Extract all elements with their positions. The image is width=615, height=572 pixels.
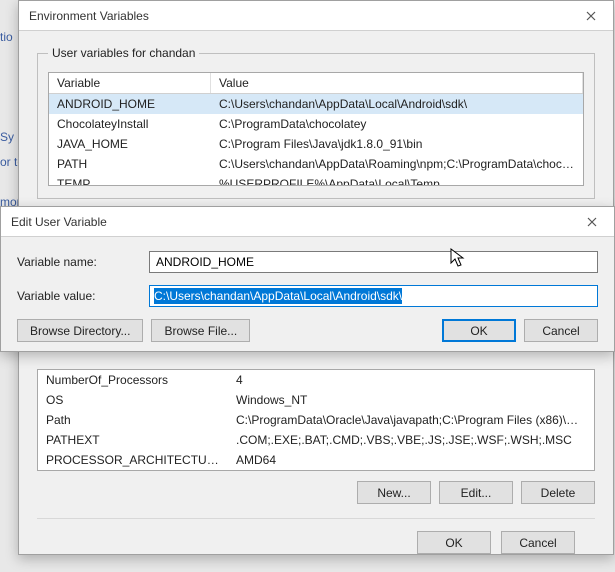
table-row[interactable]: PROCESSOR_ARCHITECTUREAMD64 bbox=[38, 450, 594, 470]
cell-value: .COM;.EXE;.BAT;.CMD;.VBS;.VBE;.JS;.JSE;.… bbox=[228, 432, 594, 448]
bg-fragment: Sy bbox=[0, 130, 14, 144]
cell-value: C:\ProgramData\chocolatey bbox=[211, 116, 583, 132]
cancel-button[interactable]: Cancel bbox=[501, 531, 575, 554]
new-button[interactable]: New... bbox=[357, 481, 431, 504]
table-row[interactable]: ANDROID_HOMEC:\Users\chandan\AppData\Loc… bbox=[49, 94, 583, 114]
close-icon bbox=[586, 11, 596, 21]
cell-value: Windows_NT bbox=[228, 392, 594, 408]
cell-variable: PATHEXT bbox=[38, 432, 228, 448]
cell-variable: Path bbox=[38, 412, 228, 428]
table-row[interactable]: ChocolateyInstallC:\ProgramData\chocolat… bbox=[49, 114, 583, 134]
edit-titlebar: Edit User Variable bbox=[1, 207, 614, 237]
window-title: Environment Variables bbox=[29, 9, 149, 23]
cell-variable: JAVA_HOME bbox=[49, 136, 211, 152]
user-variables-list[interactable]: Variable Value ANDROID_HOMEC:\Users\chan… bbox=[48, 72, 584, 186]
titlebar: Environment Variables bbox=[19, 1, 613, 31]
edit-window-title: Edit User Variable bbox=[11, 215, 107, 229]
table-row[interactable]: PATHEXT.COM;.EXE;.BAT;.CMD;.VBS;.VBE;.JS… bbox=[38, 430, 594, 450]
close-icon bbox=[587, 217, 597, 227]
list-header: Variable Value bbox=[49, 73, 583, 94]
edit-user-variable-dialog: Edit User Variable Variable name: Variab… bbox=[0, 206, 615, 352]
table-row[interactable]: TEMP%USERPROFILE%\AppData\Local\Temp bbox=[49, 174, 583, 186]
cell-value: %USERPROFILE%\AppData\Local\Temp bbox=[211, 176, 583, 186]
edit-button[interactable]: Edit... bbox=[439, 481, 513, 504]
cell-variable: PROCESSOR_ARCHITECTURE bbox=[38, 452, 228, 468]
close-button[interactable] bbox=[571, 2, 611, 30]
edit-cancel-button[interactable]: Cancel bbox=[524, 319, 598, 342]
system-buttons-row: New... Edit... Delete bbox=[37, 481, 595, 504]
table-row[interactable]: OSWindows_NT bbox=[38, 390, 594, 410]
ok-button[interactable]: OK bbox=[417, 531, 491, 554]
dialog-buttons: OK Cancel bbox=[37, 519, 595, 554]
table-row[interactable]: PATHC:\Users\chandan\AppData\Roaming\npm… bbox=[49, 154, 583, 174]
variable-name-label: Variable name: bbox=[17, 255, 149, 269]
variable-value-input[interactable]: C:\Users\chandan\AppData\Local\Android\s… bbox=[149, 285, 598, 307]
cell-variable: ANDROID_HOME bbox=[49, 96, 211, 112]
cell-value: C:\Users\chandan\AppData\Roaming\npm;C:\… bbox=[211, 156, 583, 172]
system-variables-area: NumberOf_Processors4OSWindows_NTPathC:\P… bbox=[37, 369, 595, 504]
table-row[interactable]: PROCESSOR_IDENTIFIERIntel64 Family 6 Mod… bbox=[38, 470, 594, 471]
cell-variable: PATH bbox=[49, 156, 211, 172]
col-variable[interactable]: Variable bbox=[49, 73, 211, 93]
user-group-legend: User variables for chandan bbox=[48, 46, 199, 60]
edit-ok-button[interactable]: OK bbox=[442, 319, 516, 342]
user-variables-group: User variables for chandan Variable Valu… bbox=[37, 53, 595, 199]
cell-variable: OS bbox=[38, 392, 228, 408]
edit-close-button[interactable] bbox=[572, 208, 612, 236]
cell-variable: TEMP bbox=[49, 176, 211, 186]
col-value[interactable]: Value bbox=[211, 73, 583, 93]
variable-value-text: C:\Users\chandan\AppData\Local\Android\s… bbox=[154, 288, 402, 304]
bg-fragment: tio bbox=[0, 30, 13, 44]
cell-value: C:\Users\chandan\AppData\Local\Android\s… bbox=[211, 96, 583, 112]
browse-file-button[interactable]: Browse File... bbox=[151, 319, 250, 342]
cell-variable: ChocolateyInstall bbox=[49, 116, 211, 132]
cell-value: C:\Program Files\Java\jdk1.8.0_91\bin bbox=[211, 136, 583, 152]
cell-value: AMD64 bbox=[228, 452, 594, 468]
cell-variable: NumberOf_Processors bbox=[38, 372, 228, 388]
table-row[interactable]: JAVA_HOMEC:\Program Files\Java\jdk1.8.0_… bbox=[49, 134, 583, 154]
variable-name-input[interactable] bbox=[149, 251, 598, 273]
browse-directory-button[interactable]: Browse Directory... bbox=[17, 319, 143, 342]
table-row[interactable]: NumberOf_Processors4 bbox=[38, 370, 594, 390]
delete-button[interactable]: Delete bbox=[521, 481, 595, 504]
cell-value: 4 bbox=[228, 372, 594, 388]
cell-value: C:\ProgramData\Oracle\Java\javapath;C:\P… bbox=[228, 412, 594, 428]
table-row[interactable]: PathC:\ProgramData\Oracle\Java\javapath;… bbox=[38, 410, 594, 430]
variable-value-label: Variable value: bbox=[17, 289, 149, 303]
system-variables-list[interactable]: NumberOf_Processors4OSWindows_NTPathC:\P… bbox=[37, 369, 595, 471]
